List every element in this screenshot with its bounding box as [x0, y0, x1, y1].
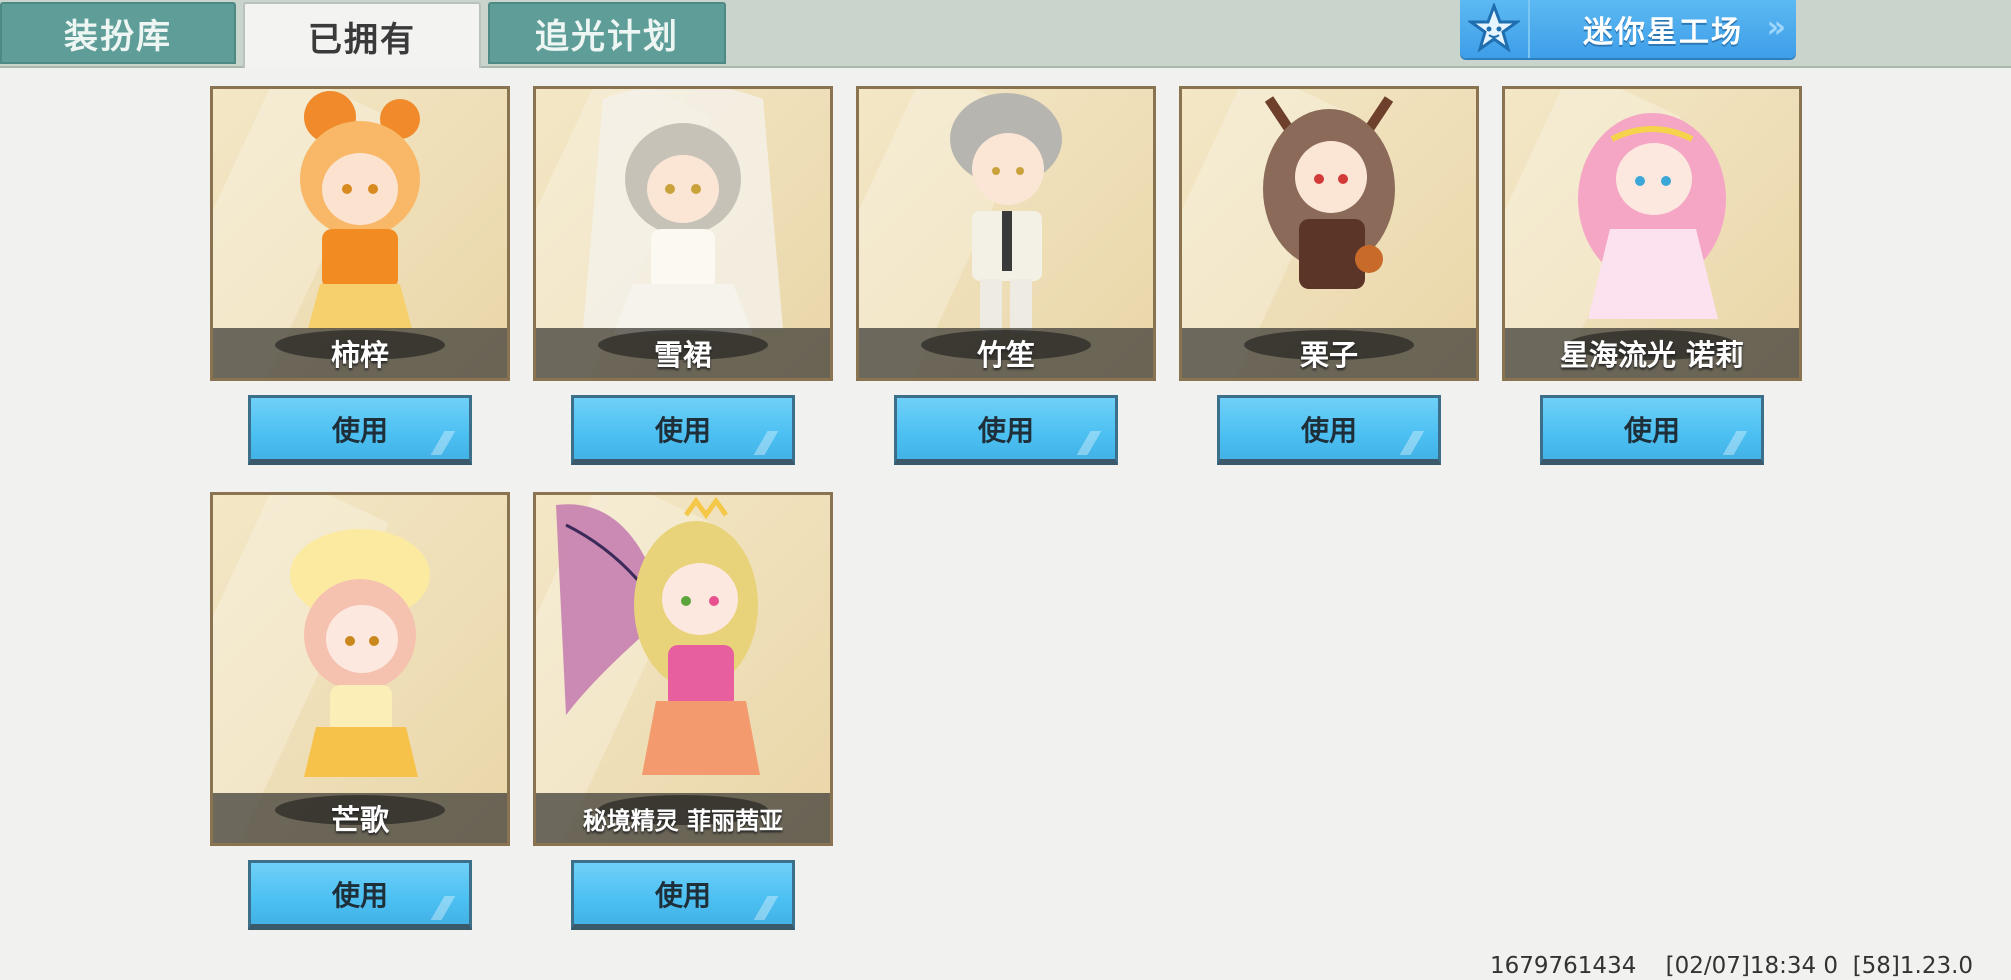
tab-owned[interactable]: 已拥有: [243, 2, 481, 68]
character-figure-image: [1263, 96, 1395, 289]
costume-card[interactable]: 柿梓: [210, 86, 510, 381]
use-button-label: 使用: [654, 413, 711, 447]
version: [58]1.23.0: [1852, 953, 1974, 979]
use-button-label: 使用: [977, 413, 1034, 447]
character-figure-image: [950, 93, 1062, 333]
use-button[interactable]: 使用: [894, 395, 1118, 465]
costume-name: 秘境精灵 菲丽茜亚: [582, 806, 784, 835]
top-bar: 装扮库 已拥有 追光计划 迷你星工场 »: [0, 0, 2011, 68]
workshop-label: 迷你星工场: [1583, 15, 1743, 50]
character-figure-image: [290, 529, 430, 777]
costume-card[interactable]: 栗子: [1179, 86, 1479, 381]
use-button[interactable]: 使用: [248, 860, 472, 930]
character-figure-image: [1578, 113, 1726, 319]
costume-card[interactable]: 芒歌: [210, 492, 510, 846]
use-button-label: 使用: [1623, 413, 1680, 447]
chevron-right-icon: »: [1766, 10, 1786, 45]
mini-star-workshop-button[interactable]: 迷你星工场 »: [1460, 0, 1796, 58]
costume-card[interactable]: 星海流光 诺莉: [1502, 86, 1802, 381]
costume-card[interactable]: 秘境精灵 菲丽茜亚: [533, 492, 833, 846]
tab-label: 装扮库: [64, 16, 172, 57]
costume-card[interactable]: 雪裙: [533, 86, 833, 381]
use-button[interactable]: 使用: [1217, 395, 1441, 465]
costume-name: 栗子: [1299, 338, 1358, 372]
user-id: 1679761434: [1490, 953, 1637, 979]
costume-name: 芒歌: [330, 803, 389, 837]
costume-name: 星海流光 诺莉: [1559, 338, 1745, 372]
use-button[interactable]: 使用: [1540, 395, 1764, 465]
tab-light-chasing-plan[interactable]: 追光计划: [488, 2, 726, 64]
use-button[interactable]: 使用: [571, 395, 795, 465]
use-button-label: 使用: [654, 878, 711, 912]
use-button-label: 使用: [331, 413, 388, 447]
use-button[interactable]: 使用: [571, 860, 795, 930]
tab-label: 已拥有: [308, 19, 416, 60]
use-button-label: 使用: [1300, 413, 1357, 447]
tab-costume-library[interactable]: 装扮库: [0, 2, 236, 64]
star-icon: [1460, 0, 1530, 58]
use-button-label: 使用: [331, 878, 388, 912]
status-line: 1679761434 [02/07]18:34 0 [58]1.23.0: [1490, 953, 1973, 979]
character-figure-image: [556, 496, 760, 775]
costume-name: 竹笙: [976, 338, 1035, 372]
character-figure-image: [300, 91, 420, 329]
use-button[interactable]: 使用: [248, 395, 472, 465]
datetime: [02/07]18:34 0: [1665, 953, 1839, 979]
character-figure-image: [583, 89, 783, 334]
costume-card[interactable]: 竹笙: [856, 86, 1156, 381]
costume-name: 柿梓: [330, 338, 389, 372]
tab-label: 追光计划: [535, 16, 679, 57]
costume-name: 雪裙: [653, 338, 712, 372]
